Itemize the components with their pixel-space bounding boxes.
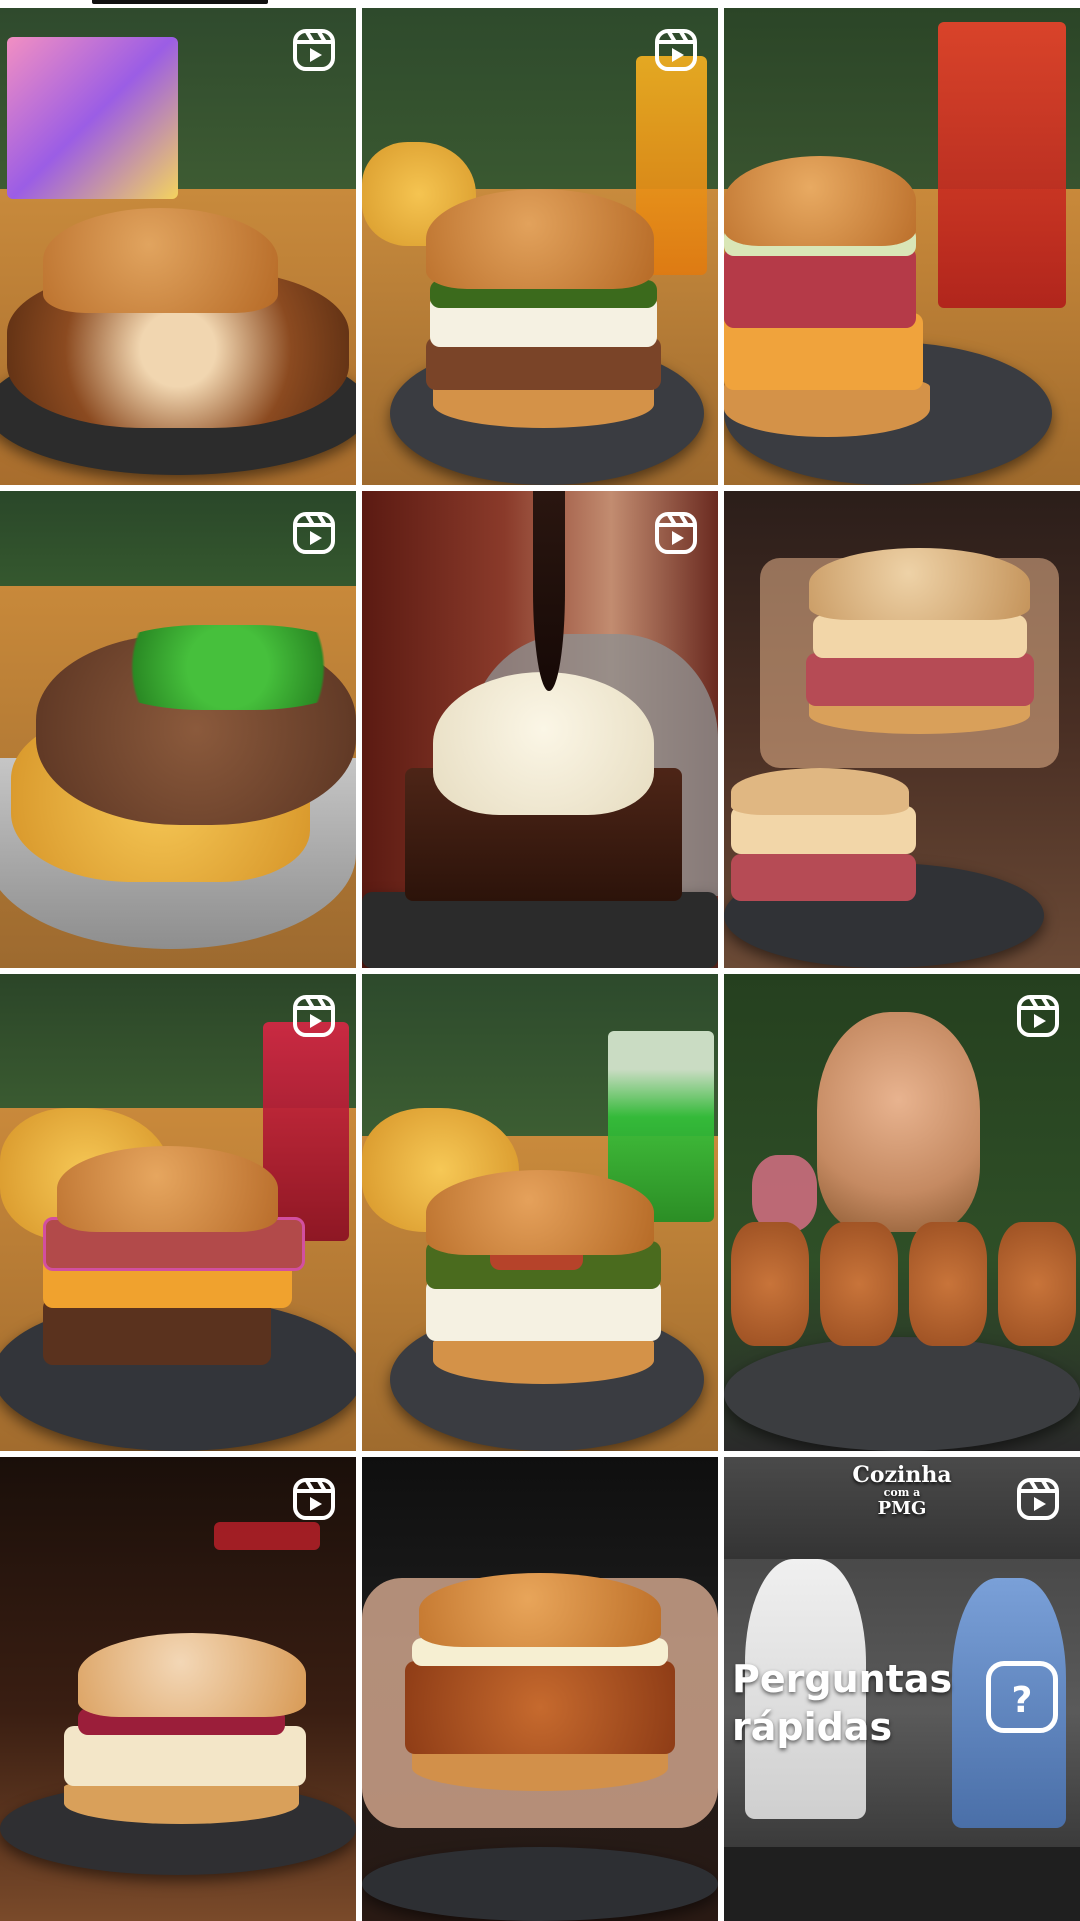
profile-tab-bar — [0, 0, 1080, 6]
fries-box — [7, 36, 178, 199]
grid-tile-12[interactable]: Cozinha com a PMG Perguntas rápidas ? — [724, 1457, 1080, 1921]
grid-tile-6[interactable] — [724, 491, 1080, 968]
grid-tile-9[interactable] — [724, 974, 1080, 1451]
grid-tile-2[interactable] — [362, 8, 718, 485]
question-bubble-icon: ? — [986, 1661, 1058, 1733]
spoon — [532, 491, 565, 692]
active-tab-indicator — [92, 0, 268, 4]
reels-icon — [292, 994, 336, 1038]
reels-icon — [654, 28, 698, 72]
grid-tile-11[interactable] — [362, 1457, 718, 1921]
grid-tile-10[interactable] — [0, 1457, 356, 1921]
perguntas-title-line1: Perguntas — [732, 1657, 953, 1701]
reels-icon — [292, 28, 336, 72]
grid-tile-4[interactable] — [0, 491, 356, 968]
perguntas-title-line2: rápidas — [732, 1705, 893, 1749]
grid-tile-1[interactable] — [0, 8, 356, 485]
reels-icon — [1016, 994, 1060, 1038]
reels-icon — [1016, 1477, 1060, 1521]
woman — [816, 1012, 981, 1232]
reels-icon — [292, 1477, 336, 1521]
posts-grid: Cozinha com a PMG Perguntas rápidas ? — [0, 8, 1080, 1921]
grid-tile-8[interactable] — [362, 974, 718, 1451]
ice-cream — [433, 672, 654, 816]
grid-tile-5[interactable] — [362, 491, 718, 968]
reels-icon — [292, 511, 336, 555]
grid-tile-7[interactable] — [0, 974, 356, 1451]
reels-icon — [654, 511, 698, 555]
grid-tile-3[interactable] — [724, 8, 1080, 485]
scallions — [99, 624, 356, 711]
